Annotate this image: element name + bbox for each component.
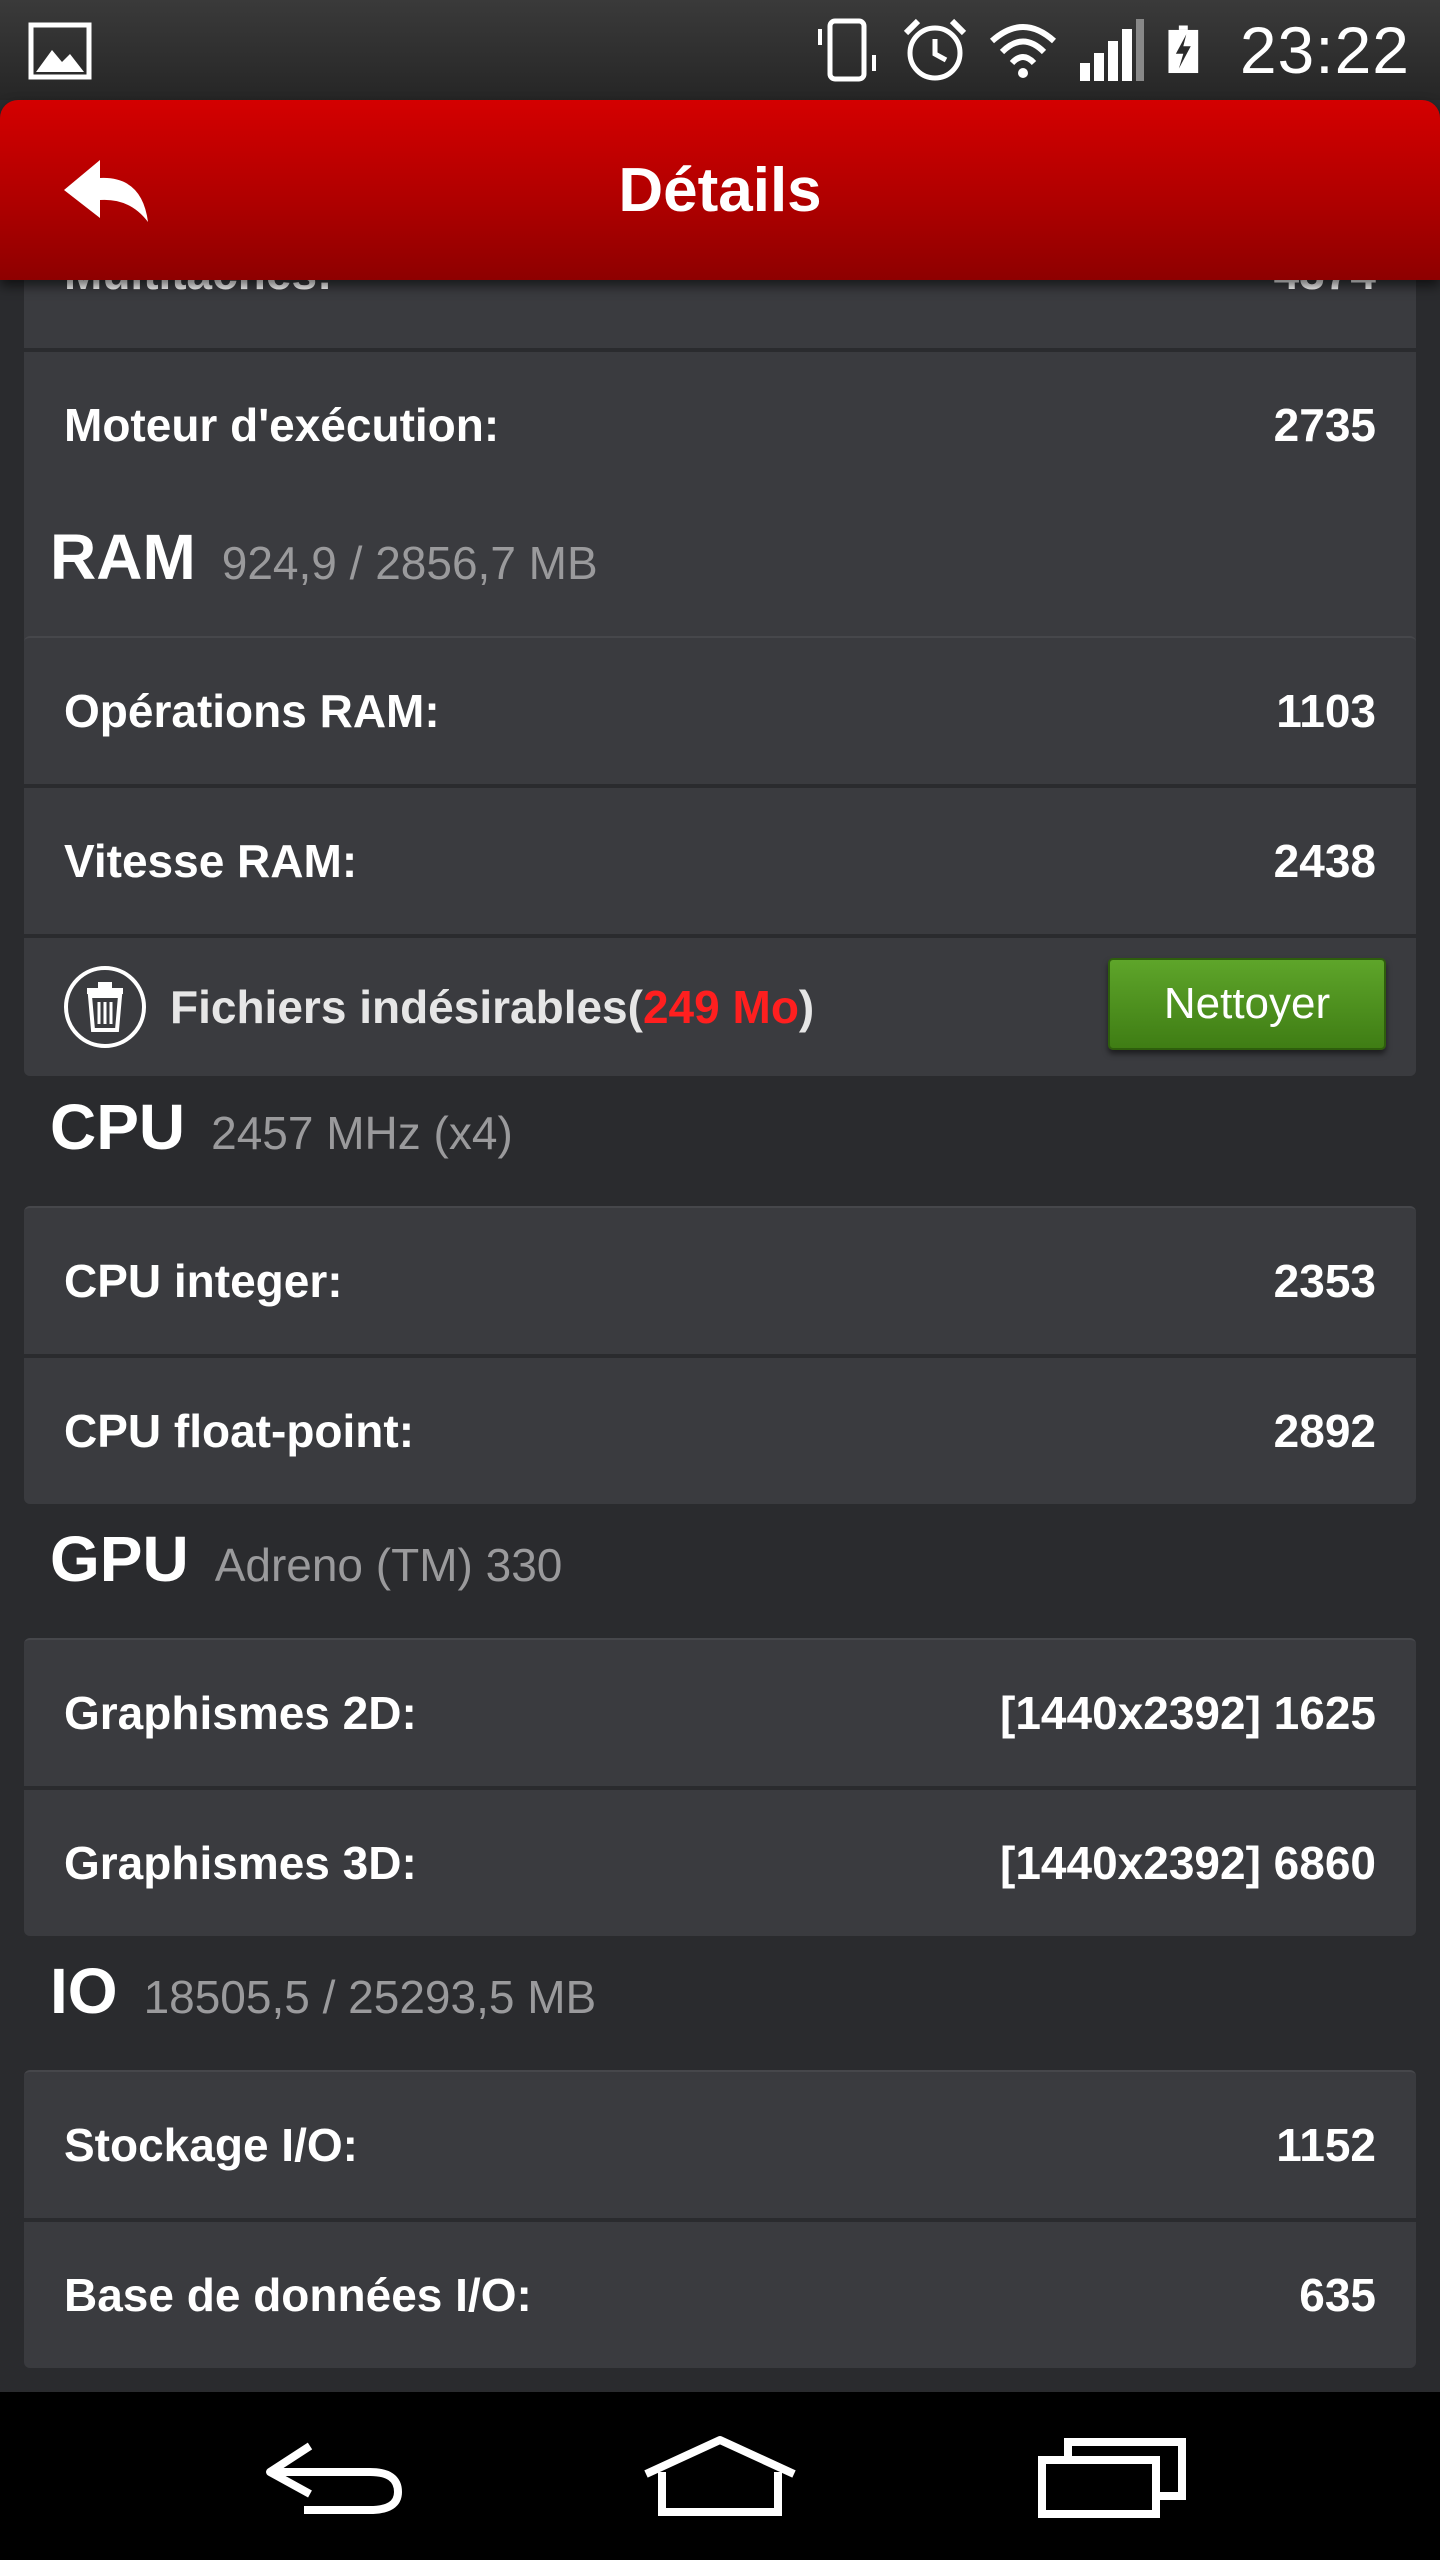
io-card: Stockage I/O: 1152 Base de données I/O: … [24, 2070, 1416, 2368]
list-item: CPU integer: 2353 [24, 1208, 1416, 1354]
junk-files-label: Fichiers indésirables(249 Mo) [170, 938, 814, 1076]
section-name: CPU [50, 1091, 186, 1163]
section-gpu-title: GPU Adreno (TM) 330 [50, 1522, 562, 1622]
details-list[interactable]: Multitâches: 4374 Moteur d'exécution: 27… [0, 280, 1440, 2392]
navigation-bar [0, 2392, 1440, 2560]
list-item: CPU float-point: 2892 [24, 1358, 1416, 1504]
clean-button[interactable]: Nettoyer [1108, 958, 1386, 1050]
list-item: Graphismes 2D: [1440x2392] 1625 [24, 1640, 1416, 1786]
row-label: Vitesse RAM: [64, 835, 358, 887]
row-label: Graphismes 2D: [64, 1687, 417, 1739]
page-title: Détails [618, 155, 822, 225]
wifi-icon [989, 24, 1056, 78]
signal-icon [1079, 19, 1144, 81]
row-label: CPU integer: [64, 1255, 343, 1307]
row-value: [1440x2392] 1625 [1000, 1687, 1376, 1739]
row-value: 635 [1299, 2269, 1376, 2321]
section-info: 924,9 / 2856,7 MB [221, 537, 598, 589]
row-label: Multitâches: [64, 280, 332, 300]
list-item: Vitesse RAM: 2438 [24, 788, 1416, 934]
row-value: 2353 [1273, 1255, 1376, 1307]
junk-label-suffix: ) [798, 981, 815, 1033]
row-value: 4374 [1274, 280, 1376, 300]
section-io-title: IO 18505,5 / 25293,5 MB [50, 1954, 596, 2054]
section-ram-title: RAM 924,9 / 2856,7 MB [50, 520, 598, 620]
row-value: 2735 [1273, 399, 1376, 451]
row-value: 2892 [1273, 1405, 1376, 1457]
row-value: [1440x2392] 6860 [1000, 1837, 1376, 1889]
back-nav-icon[interactable] [252, 2432, 412, 2522]
list-item: Multitâches: 4374 [24, 280, 1416, 346]
status-bar: 23:22 [0, 0, 1440, 100]
list-item: Graphismes 3D: [1440x2392] 6860 [24, 1790, 1416, 1936]
battery-charging-icon [1168, 25, 1198, 74]
row-label: Opérations RAM: [64, 685, 440, 737]
list-item: Base de données I/O: 635 [24, 2222, 1416, 2368]
row-value: 1152 [1276, 2119, 1376, 2171]
row-label: CPU float-point: [64, 1405, 415, 1457]
list-item: Stockage I/O: 1152 [24, 2072, 1416, 2218]
row-value: 1103 [1276, 685, 1376, 737]
recent-apps-icon[interactable] [1032, 2432, 1192, 2522]
junk-label-prefix: Fichiers indésirables( [170, 981, 643, 1033]
row-label: Base de données I/O: [64, 2269, 532, 2321]
alarm-icon [903, 18, 966, 81]
vibrate-icon [817, 18, 876, 82]
row-label: Graphismes 3D: [64, 1837, 417, 1889]
gpu-card: Graphismes 2D: [1440x2392] 1625 Graphism… [24, 1638, 1416, 1936]
list-item: Opérations RAM: 1103 [24, 638, 1416, 784]
section-cpu-title: CPU 2457 MHz (x4) [50, 1090, 513, 1190]
section-info: 18505,5 / 25293,5 MB [143, 1971, 597, 2023]
section-info: Adreno (TM) 330 [214, 1539, 563, 1591]
cpu-card: CPU integer: 2353 CPU float-point: 2892 [24, 1206, 1416, 1504]
clock: 23:22 [1239, 13, 1410, 87]
section-info: 2457 MHz (x4) [211, 1107, 513, 1159]
gallery-icon [28, 22, 92, 80]
section-name: GPU [50, 1523, 189, 1595]
app-header: Détails [0, 100, 1440, 280]
row-label: Moteur d'exécution: [64, 399, 500, 451]
ram-card: Opérations RAM: 1103 Vitesse RAM: 2438 F… [24, 636, 1416, 1076]
junk-files-row: Fichiers indésirables(249 Mo) Nettoyer [24, 938, 1416, 1076]
section-name: IO [50, 1955, 118, 2027]
row-label: Stockage I/O: [64, 2119, 358, 2171]
junk-size: 249 Mo [642, 981, 799, 1033]
row-value: 2438 [1273, 835, 1376, 887]
home-icon[interactable] [640, 2432, 800, 2522]
section-name: RAM [50, 521, 196, 593]
list-item: Moteur d'exécution: 2735 [24, 352, 1416, 498]
trash-icon [64, 966, 146, 1048]
